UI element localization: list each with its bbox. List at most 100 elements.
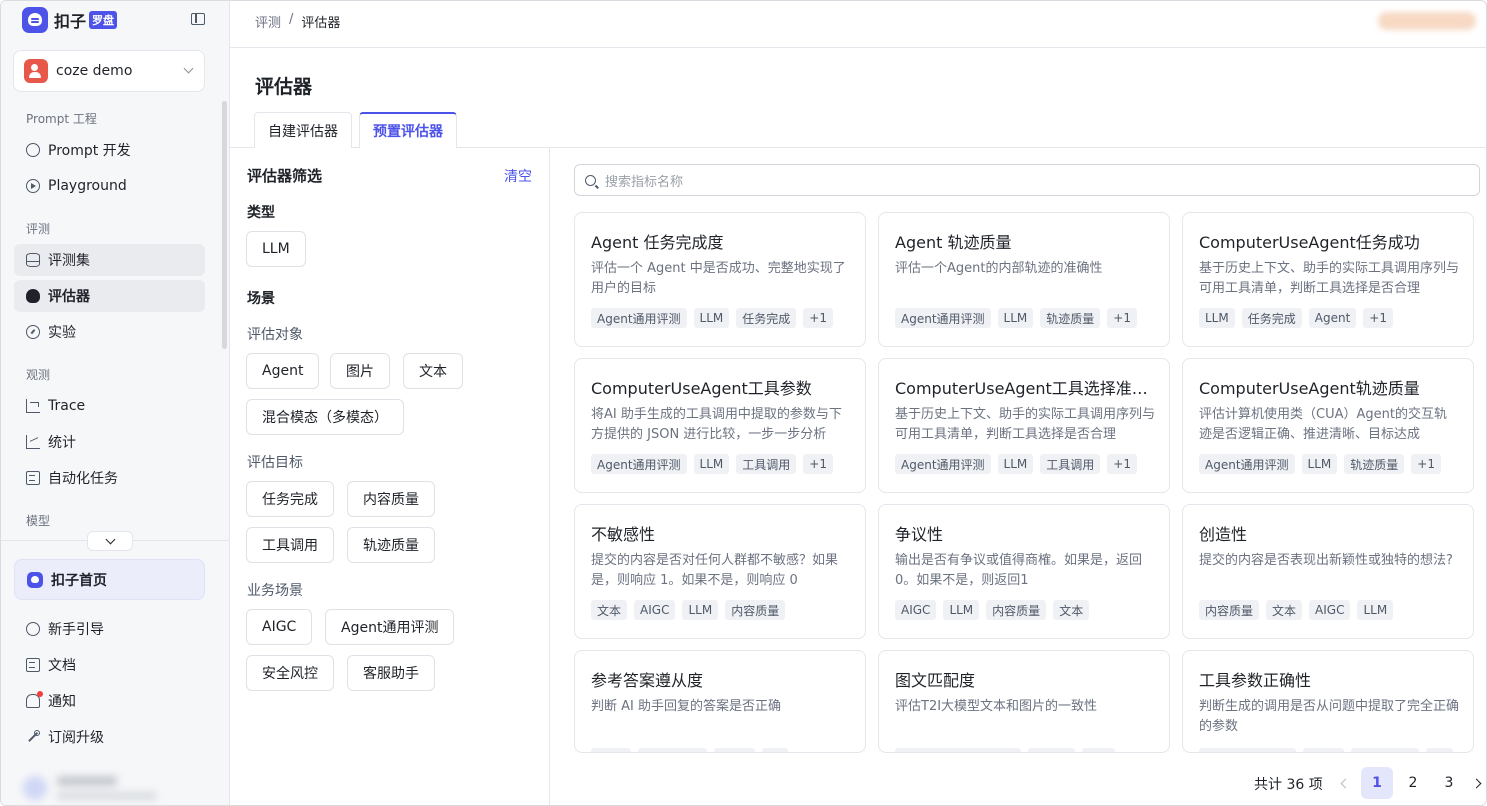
evaluator-card[interactable]: 创造性 提交的内容是否表现出新颖性或独特的想法? 内容质量 文本 AIGC LLM — [1182, 504, 1474, 639]
pagination: 共计 36 项 1 2 3 — [550, 763, 1486, 803]
card-description: 基于历史上下文、助手的实际工具调用序列与可用工具清单，判断工具选择是否合理 — [895, 407, 1155, 442]
tag-badge: xx — [1426, 748, 1453, 752]
brand-name: 扣子 — [54, 12, 87, 31]
card-description: 评估一个 Agent 中是否成功、完整地实现了用户的目标 — [591, 261, 846, 296]
filter-chip-trajectory-quality[interactable]: 轨迹质量 — [347, 527, 435, 563]
workspace-selector[interactable]: coze demo — [13, 50, 205, 92]
filter-chip-agent[interactable]: Agent — [246, 353, 320, 389]
evaluator-card[interactable]: ComputerUseAgent轨迹质量评估计算机使用类（CUA）Agent的交… — [1182, 358, 1474, 493]
tag-badge: xxxx — [714, 748, 755, 752]
tag-badge: xxxxxxxxxxxxxxxx — [895, 748, 1021, 752]
evaluator-card[interactable]: Agent 任务完成度 评估一个 Agent 中是否成功、完整地实现了用户的目标 A… — [574, 212, 866, 347]
sidebar-collapse-icon[interactable] — [191, 13, 205, 25]
evaluator-card[interactable]: ComputerUseAgent任务成功 基于历史上下文、助手的实际工具调用序列与… — [1182, 212, 1474, 347]
sidebar-item-evaluator[interactable]: 评估器 — [14, 280, 205, 312]
pagination-page-2[interactable]: 2 — [1397, 767, 1429, 799]
sidebar-item-auto-task[interactable]: 自动化任务 — [14, 462, 205, 494]
app-window: 扣子 罗盘 coze demo Prompt 工程 Prompt 开发 Play… — [0, 0, 1487, 806]
filter-panel: 评估器筛选 清空 类型 LLM 场景 评估对象 Agent 图片 文本 混合模态… — [230, 148, 550, 805]
evaluator-card[interactable]: 争议性 输出是否有争议或值得商榷。如果是，返回0。如果不是，则返回1 AIGC LLM… — [878, 504, 1170, 639]
tag-badge: LLM — [682, 600, 719, 620]
document-icon — [26, 658, 40, 672]
filter-chip-tool-call[interactable]: 工具调用 — [246, 527, 334, 563]
card-tags: xxxxxxxxxxxxxxxxxxxxxxxxxx — [1199, 748, 1453, 752]
tag-badge: +1 — [1363, 308, 1393, 328]
sidebar-scrollbar[interactable] — [222, 101, 227, 349]
filter-chip-multimodal[interactable]: 混合模态（多模态） — [246, 399, 404, 435]
tag-badge: LLM — [943, 600, 980, 620]
search-icon — [585, 174, 596, 186]
user-email-blurred — [57, 792, 157, 800]
sidebar: 扣子 罗盘 coze demo Prompt 工程 Prompt 开发 Play… — [1, 1, 230, 805]
coze-logo-icon — [22, 7, 48, 33]
evaluator-card[interactable]: ComputerUseAgent工具选择准确性 基于历史上下文、助手的实际工具调用… — [878, 358, 1170, 493]
sidebar-item-label: 评估器 — [48, 289, 90, 305]
tag-badge: xxx — [1082, 748, 1116, 752]
expand-nav-button[interactable] — [87, 531, 133, 551]
tag-badge: AIGC — [1309, 600, 1351, 620]
tag-badge: 工具调用 — [1040, 454, 1101, 474]
tag-badge: 轨迹质量 — [1040, 308, 1101, 328]
filter-chip-task-complete[interactable]: 任务完成 — [246, 481, 334, 517]
sidebar-item-docs[interactable]: 文档 — [14, 649, 205, 681]
evaluator-card[interactable]: 参考答案遵从度判断 AI 助手回复的答案是否正确xxxxxxxxxxxxxxxx… — [574, 650, 866, 753]
nav-group-prompt: Prompt 工程 — [26, 112, 97, 126]
filter-chip-safety[interactable]: 安全风控 — [246, 655, 334, 691]
evaluator-card[interactable]: 不敏感性 提交的内容是否对任何人群都不敏感？如果是，则响应 1。如果不是，则响应 … — [574, 504, 866, 639]
sidebar-item-dataset[interactable]: 评测集 — [14, 244, 205, 276]
chevron-down-icon — [183, 63, 194, 74]
sidebar-item-playground[interactable]: Playground — [14, 170, 205, 202]
tag-badge: Agent通用评测 — [895, 308, 991, 328]
tag-badge: 轨迹质量 — [1344, 454, 1405, 474]
coze-home-link[interactable]: 扣子首页 — [14, 559, 205, 600]
user-profile[interactable] — [23, 774, 163, 804]
pagination-page-1[interactable]: 1 — [1361, 767, 1393, 799]
filter-chip-customer-service[interactable]: 客服助手 — [347, 655, 435, 691]
filter-chip-aigc[interactable]: AIGC — [246, 609, 313, 645]
sidebar-item-upgrade[interactable]: 订阅升级 — [14, 721, 205, 753]
sidebar-item-notify[interactable]: 通知 — [14, 685, 205, 717]
filter-chip-content-quality[interactable]: 内容质量 — [347, 481, 435, 517]
filter-biz-label: 业务场景 — [247, 583, 303, 599]
brand-badge: 罗盘 — [89, 11, 118, 29]
filter-chip-llm[interactable]: LLM — [246, 231, 306, 267]
tag-badge: +1 — [1107, 308, 1137, 328]
filter-chip-text[interactable]: 文本 — [403, 353, 463, 389]
evaluator-card[interactable]: 工具参数正确性判断生成的调用是否从问题中提取了完全正确的参数xxxxxxxxxx… — [1182, 650, 1474, 753]
pagination-next-icon[interactable] — [1465, 767, 1486, 799]
card-title: 参考答案遵从度 — [591, 671, 704, 690]
card-description: 将AI 助手生成的工具调用中提取的参数与下方提供的 JSON 进行比较，一步一步… — [591, 407, 842, 442]
filter-chip-agent-eval[interactable]: Agent通用评测 — [325, 609, 455, 645]
sidebar-item-prompt-dev[interactable]: Prompt 开发 — [14, 134, 205, 166]
pagination-page-3[interactable]: 3 — [1433, 767, 1465, 799]
card-title: ComputerUseAgent工具参数 — [591, 379, 812, 398]
tag-badge: xxxx — [1303, 748, 1344, 752]
account-badge-blurred[interactable] — [1378, 12, 1476, 30]
sidebar-item-trace[interactable]: Trace — [14, 390, 205, 422]
tag-badge: LLM — [1357, 600, 1394, 620]
coze-home-icon — [27, 571, 43, 588]
card-description: 提交的内容是否对任何人群都不敏感？如果是，则响应 1。如果不是，则响应 0 — [591, 553, 839, 588]
tag-badge: LLM — [997, 454, 1034, 474]
tag-badge: xxxxxxxxxxxx — [1199, 748, 1297, 752]
card-title: ComputerUseAgent轨迹质量 — [1199, 379, 1420, 398]
workspace-avatar-icon — [24, 59, 48, 83]
tag-badge: AIGC — [634, 600, 676, 620]
evaluator-card[interactable]: 图文匹配度评估T2I大模型文本和图片的一致性xxxxxxxxxxxxxxxxxx… — [878, 650, 1170, 753]
sidebar-item-guide[interactable]: 新手引导 — [14, 613, 205, 645]
card-description: 评估计算机使用类（CUA）Agent的交互轨迹是否逻辑正确、推进清晰、目标达成 — [1199, 407, 1447, 442]
clear-filter-button[interactable]: 清空 — [504, 166, 532, 186]
sidebar-item-experiment[interactable]: 实验 — [14, 316, 205, 348]
filter-chip-image[interactable]: 图片 — [330, 353, 390, 389]
tab-custom-evaluator[interactable]: 自建评估器 — [254, 112, 352, 148]
evaluator-card[interactable]: Agent 轨迹质量 评估一个Agent的内部轨迹的准确性 Agent通用评测 LLM… — [878, 212, 1170, 347]
breadcrumb-root[interactable]: 评测 — [255, 12, 281, 31]
avatar — [23, 776, 47, 800]
evaluator-card[interactable]: ComputerUseAgent工具参数将AI 助手生成的工具调用中提取的参数与… — [574, 358, 866, 493]
sidebar-item-stats[interactable]: 统计 — [14, 426, 205, 458]
pagination-prev-icon[interactable] — [1329, 767, 1361, 799]
sidebar-item-label: 统计 — [48, 435, 76, 451]
search-input[interactable]: 搜索指标名称 — [574, 164, 1480, 196]
brand-logo[interactable]: 扣子 罗盘 — [22, 7, 118, 33]
tab-preset-evaluator[interactable]: 预置评估器 — [359, 112, 457, 148]
